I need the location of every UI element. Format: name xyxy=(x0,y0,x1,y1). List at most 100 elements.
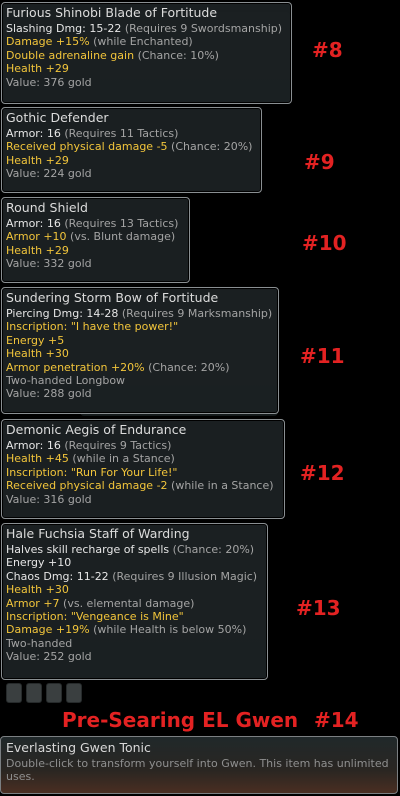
stat-text: Two-handed xyxy=(6,636,73,650)
stat-text: Value: 332 gold xyxy=(6,257,92,271)
stat-text: Chaos Dmg: 11-22 xyxy=(6,569,113,583)
item-stat-line: Armor: 16 (Requires 11 Tactics) xyxy=(6,127,257,140)
stat-text: Health +30 xyxy=(6,347,69,361)
item-stat-line: Health +29 xyxy=(6,154,257,167)
item-stat-line: Armor +7 (vs. elemental damage) xyxy=(6,597,263,610)
item-stat-line: Received physical damage -5 (Chance: 20%… xyxy=(6,140,257,153)
stat-text: Energy +5 xyxy=(6,333,65,347)
stat-text: Health +29 xyxy=(6,153,69,167)
item-stats: Armor: 16 (Requires 9 Tactics) Health +45… xyxy=(6,439,280,506)
stat-text: Armor: 16 xyxy=(6,217,65,230)
item-name: Hale Fuchsia Staff of Warding xyxy=(6,526,190,541)
stat-text: (while in a Stance) xyxy=(171,479,274,493)
item-stats: Armor: 16 (Requires 13 Tactics) Armor +10… xyxy=(6,217,185,271)
section-title: Pre-Searing EL Gwen xyxy=(62,708,299,732)
stat-text: (Chance: 20%) xyxy=(171,140,253,154)
stat-text: Value: 288 gold xyxy=(6,387,92,401)
stat-text: (vs. elemental damage) xyxy=(63,596,195,610)
inventory-slot[interactable] xyxy=(6,683,22,703)
item-stat-line: Chaos Dmg: 11-22 (Requires 9 Illusion Ma… xyxy=(6,570,263,583)
stat-text: (Requires 9 Swordsmanship) xyxy=(124,22,283,35)
tonic-tooltip: Everlasting Gwen Tonic Double-click to t… xyxy=(0,736,398,794)
stat-text: Received physical damage -2 xyxy=(6,479,172,493)
item-tooltip-8: Furious Shinobi Blade of Fortitude Slash… xyxy=(1,2,292,104)
item-stat-line: Value: 332 gold xyxy=(6,257,185,270)
stat-text: (while Health is below 50%) xyxy=(93,623,247,637)
item-tooltip-9: Gothic Defender Armor: 16 (Requires 11 T… xyxy=(1,107,262,193)
annotation-tag-10: #10 xyxy=(302,231,347,255)
stat-text: Halves skill recharge of spells xyxy=(6,543,173,556)
stat-text: (Requires 9 Illusion Magic) xyxy=(112,569,258,583)
annotation-tag-11: #11 xyxy=(300,344,345,368)
item-stat-line: Health +29 xyxy=(6,244,185,257)
stat-text: Armor penetration +20% xyxy=(6,360,149,374)
item-stat-line: Value: 376 gold xyxy=(6,76,287,89)
item-stats: Piercing Dmg: 14-28 (Requires 9 Marksman… xyxy=(6,307,274,401)
stat-text: Inscription: "Vengeance is Mine" xyxy=(6,610,184,624)
item-stat-line: Energy +10 xyxy=(6,556,263,569)
item-stat-line: Received physical damage -2 (while in a … xyxy=(6,479,280,492)
item-stat-line: Inscription: "I have the power!" xyxy=(6,320,274,333)
stat-text: Armor +10 xyxy=(6,230,71,244)
item-stats: Halves skill recharge of spells (Chance:… xyxy=(6,543,263,664)
inventory-slot[interactable] xyxy=(26,683,42,703)
inventory-slot[interactable] xyxy=(66,683,82,703)
item-stat-line: Value: 316 gold xyxy=(6,493,280,506)
item-tooltip-10: Round Shield Armor: 16 (Requires 13 Tact… xyxy=(1,197,190,283)
item-stat-line: Armor +10 (vs. Blunt damage) xyxy=(6,230,185,243)
stat-text: Slashing Dmg: 15-22 xyxy=(6,22,125,35)
item-stat-line: Two-handed xyxy=(6,637,263,650)
annotation-tag-9: #9 xyxy=(304,150,335,174)
item-name: Furious Shinobi Blade of Fortitude xyxy=(6,5,218,20)
item-stat-line: Inscription: "Vengeance is Mine" xyxy=(6,610,263,623)
annotation-tag-14: #14 xyxy=(314,708,359,732)
annotation-tag-12: #12 xyxy=(300,461,345,485)
item-stat-line: Armor penetration +20% (Chance: 20%) xyxy=(6,361,274,374)
stat-text: Value: 224 gold xyxy=(6,167,92,181)
stat-text: Inscription: "I have the power!" xyxy=(6,320,179,334)
inventory-slot[interactable] xyxy=(46,683,62,703)
annotation-tag-8: #8 xyxy=(312,38,343,62)
stat-text: (vs. Blunt damage) xyxy=(70,230,176,244)
stat-text: Armor: 16 xyxy=(6,439,65,452)
stat-text: Energy +10 xyxy=(6,556,72,570)
item-stat-line: Health +30 xyxy=(6,583,263,596)
item-stat-line: Health +45 (while in a Stance) xyxy=(6,452,280,465)
stat-text: (Chance: 10%) xyxy=(137,48,219,62)
item-stats: Armor: 16 (Requires 11 Tactics) Received … xyxy=(6,127,257,181)
item-stat-line: Halves skill recharge of spells (Chance:… xyxy=(6,543,263,556)
stat-text: Value: 252 gold xyxy=(6,650,92,664)
stat-text: Armor +7 xyxy=(6,596,64,610)
item-stat-line: Health +30 xyxy=(6,347,274,360)
item-name: Demonic Aegis of Endurance xyxy=(6,422,187,437)
stat-text: Value: 316 gold xyxy=(6,492,92,506)
item-stat-line: Piercing Dmg: 14-28 (Requires 9 Marksman… xyxy=(6,307,274,320)
item-stat-line: Damage +15% (while Enchanted) xyxy=(6,35,287,48)
tonic-description: Double-click to transform yourself into … xyxy=(6,757,389,783)
stat-text: (Requires 9 Tactics) xyxy=(64,439,172,452)
annotation-tag-13: #13 xyxy=(296,596,341,620)
tonic-name: Everlasting Gwen Tonic xyxy=(6,740,151,755)
stat-text: Piercing Dmg: 14-28 xyxy=(6,307,122,320)
item-name: Sundering Storm Bow of Fortitude xyxy=(6,290,219,305)
item-stat-line: Armor: 16 (Requires 13 Tactics) xyxy=(6,217,185,230)
item-stat-line: Value: 224 gold xyxy=(6,167,257,180)
item-stat-line: Health +29 xyxy=(6,62,287,75)
stat-text: (Chance: 20%) xyxy=(148,360,230,374)
item-name: Round Shield xyxy=(6,200,88,215)
stat-text: (Requires 11 Tactics) xyxy=(64,127,179,140)
item-tooltip-13: Hale Fuchsia Staff of Warding Halves ski… xyxy=(1,523,268,680)
stat-text: Double adrenaline gain xyxy=(6,48,138,62)
stat-text: Value: 376 gold xyxy=(6,75,92,89)
stat-text: (Requires 13 Tactics) xyxy=(64,217,179,230)
stat-text: (Requires 9 Marksmanship) xyxy=(121,307,273,320)
item-stats: Slashing Dmg: 15-22 (Requires 9 Swordsma… xyxy=(6,22,287,89)
stat-text: Health +30 xyxy=(6,583,69,597)
stat-text: Received physical damage -5 xyxy=(6,140,172,154)
item-stat-line: Damage +19% (while Health is below 50%) xyxy=(6,623,263,636)
item-stat-line: Inscription: "Run For Your Life!" xyxy=(6,466,280,479)
stat-text: Health +45 xyxy=(6,452,73,466)
item-stat-line: Two-handed Longbow xyxy=(6,374,274,387)
stat-text: Damage +19% xyxy=(6,623,94,637)
item-stat-line: Value: 252 gold xyxy=(6,650,263,663)
